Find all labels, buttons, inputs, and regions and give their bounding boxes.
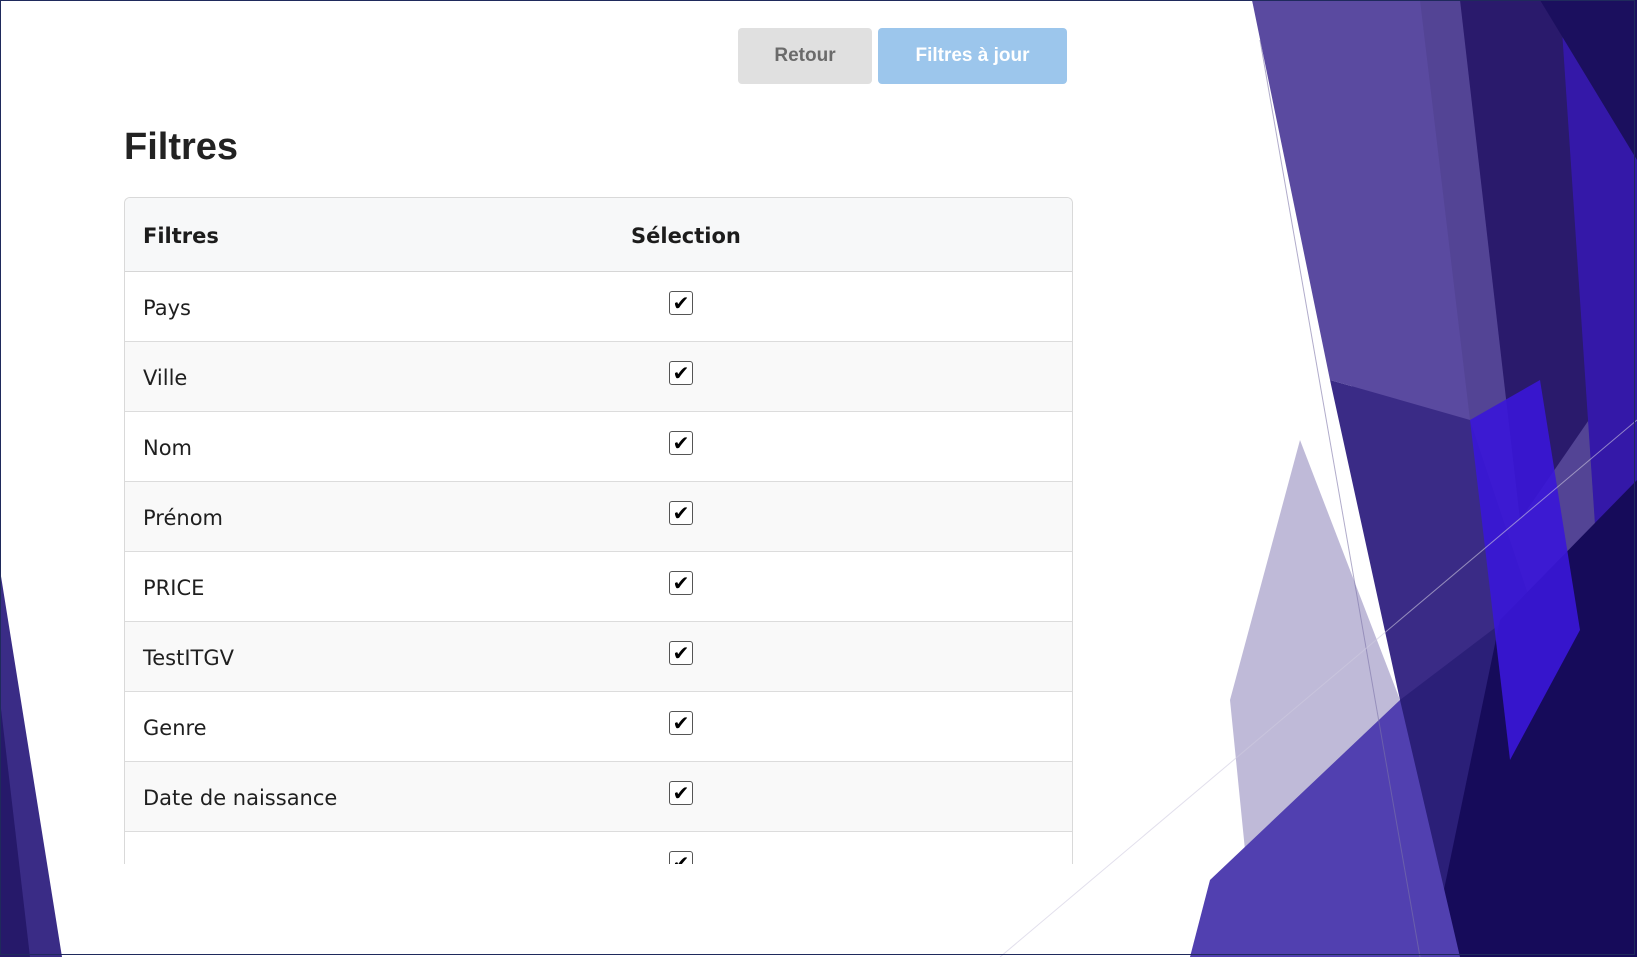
back-button[interactable]: Retour	[738, 28, 872, 84]
selection-checkbox[interactable]: ✔	[669, 501, 693, 525]
table-body: Pays ✔ Ville ✔ Nom ✔ Prénom ✔ PRICE ✔ Te…	[125, 272, 1072, 864]
filter-label: Pays	[143, 296, 191, 320]
selection-checkbox[interactable]: ✔	[669, 571, 693, 595]
filters-page: Retour Filtres à jour Filtres Filtres Sé…	[0, 0, 1637, 957]
filter-label: Genre	[143, 716, 207, 740]
filter-label: PRICE	[143, 576, 205, 600]
filter-label: Ville	[143, 366, 188, 390]
table-row: Prénom ✔	[125, 482, 1072, 552]
selection-checkbox[interactable]: ✔	[669, 361, 693, 385]
table-row: ✔	[125, 832, 1072, 864]
selection-checkbox[interactable]: ✔	[669, 291, 693, 315]
table-row: Nom ✔	[125, 412, 1072, 482]
table-row: PRICE ✔	[125, 552, 1072, 622]
table-row: Pays ✔	[125, 272, 1072, 342]
table-row: Date de naissance ✔	[125, 762, 1072, 832]
selection-checkbox[interactable]: ✔	[669, 431, 693, 455]
filter-label: Nom	[143, 436, 193, 460]
selection-checkbox[interactable]: ✔	[669, 641, 693, 665]
selection-checkbox[interactable]: ✔	[669, 851, 693, 864]
selection-checkbox[interactable]: ✔	[669, 781, 693, 805]
table-row: Genre ✔	[125, 692, 1072, 762]
table-row: Ville ✔	[125, 342, 1072, 412]
filter-label: Date de naissance	[143, 786, 338, 810]
update-filters-button[interactable]: Filtres à jour	[878, 28, 1067, 84]
table-header: Filtres Sélection	[125, 198, 1072, 272]
filter-label: Prénom	[143, 506, 224, 530]
column-header-filters: Filtres	[143, 224, 219, 248]
table-row: TestITGV ✔	[125, 622, 1072, 692]
selection-checkbox[interactable]: ✔	[669, 711, 693, 735]
page-title: Filtres	[124, 126, 239, 168]
filter-label: TestITGV	[143, 646, 235, 670]
column-header-selection: Sélection	[631, 224, 741, 248]
filters-table: Filtres Sélection Pays ✔ Ville ✔ Nom ✔ P…	[124, 197, 1073, 864]
